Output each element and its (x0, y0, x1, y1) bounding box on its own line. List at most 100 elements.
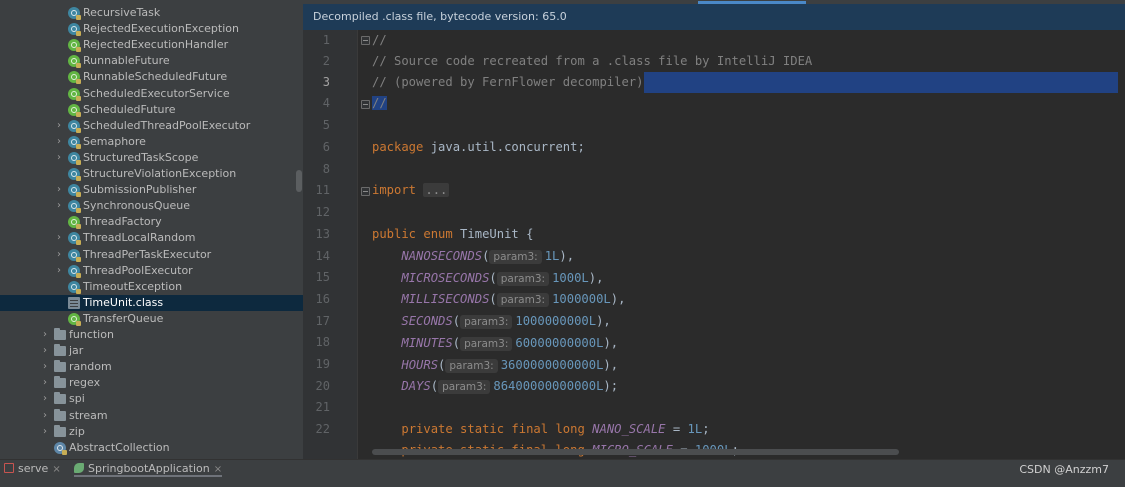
tree-item-label: ThreadPoolExecutor (83, 263, 193, 277)
tree-item[interactable]: › ScheduledThreadPoolExecutor (0, 118, 303, 134)
chevron-right-icon[interactable]: › (54, 134, 64, 150)
tree-item[interactable]: RunnableScheduledFuture (0, 69, 303, 85)
enum-constant-end: ); (603, 379, 619, 394)
code-line-package: package java.util.concurrent; (372, 140, 585, 154)
tree-item[interactable]: › ThreadPerTaskExecutor (0, 247, 303, 263)
code-line-2: // Source code recreated from a .class f… (372, 54, 813, 68)
tree-item-label: ScheduledExecutorService (83, 86, 230, 100)
line-number: 8 (322, 162, 330, 176)
tree-item[interactable]: › Semaphore (0, 134, 303, 150)
chevron-right-icon[interactable]: › (54, 198, 64, 214)
tree-item[interactable]: › SynchronousQueue (0, 198, 303, 214)
close-icon[interactable]: × (52, 464, 60, 475)
tree-item[interactable]: › ThreadLocalRandom (0, 230, 303, 246)
tree-item[interactable]: TimeoutException (0, 279, 303, 295)
tree-scrollbar[interactable] (296, 170, 302, 192)
chevron-right-icon[interactable]: › (40, 408, 50, 424)
fold-comment-icon[interactable] (361, 36, 370, 45)
tree-item[interactable]: StructureViolationException (0, 166, 303, 182)
tree-item-label: random (69, 360, 112, 374)
exception-class-icon (68, 23, 81, 37)
enum-constant-value: 60000000000L (515, 335, 604, 350)
chevron-right-icon[interactable]: › (40, 391, 50, 407)
tree-item-label: RejectedExecutionHandler (83, 38, 229, 52)
enum-constant-name: DAYS (401, 379, 431, 394)
run-tab-serve[interactable]: serve × (4, 460, 61, 477)
watermark: CSDN @Anzzm7 (1019, 463, 1109, 476)
chevron-right-icon[interactable]: › (40, 343, 50, 359)
enum-constant-name: HOURS (401, 357, 439, 372)
tree-item[interactable]: AbstractCollection (0, 440, 303, 456)
parameter-hint: param3: (445, 358, 498, 373)
tree-item[interactable]: › stream (0, 408, 303, 424)
tree-item-label: ScheduledThreadPoolExecutor (83, 118, 251, 132)
tree-item[interactable]: TransferQueue (0, 311, 303, 327)
chevron-right-icon[interactable]: › (40, 327, 50, 343)
tree-item[interactable]: RecursiveTask (0, 5, 303, 21)
line-number: 18 (315, 335, 330, 349)
line-number: 19 (315, 357, 330, 371)
line-number: 16 (315, 292, 330, 306)
folder-icon (54, 328, 66, 340)
chevron-right-icon[interactable]: › (54, 263, 64, 279)
tree-item[interactable]: › spi (0, 391, 303, 407)
close-icon[interactable]: × (214, 464, 222, 475)
chevron-right-icon[interactable]: › (54, 118, 64, 134)
tree-item[interactable]: › random (0, 359, 303, 375)
line-number: 5 (322, 118, 330, 132)
tree-item[interactable]: ScheduledExecutorService (0, 86, 303, 102)
interface-icon (68, 39, 81, 53)
code-line-enum-constant: HOURS(param3: 3600000000000L), (401, 357, 619, 373)
chevron-right-icon[interactable]: › (54, 230, 64, 246)
folder-icon (54, 344, 66, 357)
tree-item[interactable]: › SubmissionPublisher (0, 182, 303, 198)
tree-item[interactable]: RejectedExecutionHandler (0, 37, 303, 53)
chevron-right-icon[interactable]: › (40, 359, 50, 375)
tree-item[interactable]: › regex (0, 375, 303, 391)
parameter-hint: param3: (438, 380, 491, 395)
fold-import-icon[interactable] (361, 187, 370, 196)
code-line-enum-constant: MICROSECONDS(param3: 1000L), (401, 270, 604, 286)
tree-item[interactable]: RunnableFuture (0, 53, 303, 69)
tree-item[interactable]: › ThreadPoolExecutor (0, 263, 303, 279)
tree-item[interactable]: ThreadFactory (0, 214, 303, 230)
chevron-right-icon[interactable]: › (40, 375, 50, 391)
chevron-right-icon[interactable]: › (54, 247, 64, 263)
interface-icon (68, 87, 81, 101)
line-number: 6 (322, 140, 330, 154)
chevron-right-icon[interactable]: › (54, 150, 64, 166)
tree-item-label: RunnableScheduledFuture (83, 70, 228, 84)
project-tree[interactable]: RecursiveTask RejectedExecutionException R… (0, 0, 303, 459)
tree-item-label: TimeUnit.class (83, 295, 164, 309)
code-line-1: // (372, 33, 387, 47)
tree-item[interactable]: TimeUnit.class (0, 294, 303, 311)
chevron-right-icon[interactable]: › (54, 182, 64, 198)
tree-item[interactable]: › StructuredTaskScope (0, 150, 303, 166)
tree-item-label: TransferQueue (83, 311, 164, 325)
enum-constant-value: 3600000000000L (500, 357, 604, 372)
enum-constant-end: ), (559, 249, 575, 263)
enum-constant-end: ), (603, 357, 619, 372)
enum-constant-name: MINUTES (401, 335, 453, 350)
tree-item[interactable]: › jar (0, 343, 303, 359)
folder-icon (54, 376, 66, 389)
chevron-right-icon[interactable]: › (40, 424, 50, 440)
import-fold-placeholder[interactable]: ... (423, 183, 450, 197)
tree-item[interactable]: › function (0, 327, 303, 343)
interface-icon (68, 71, 81, 85)
run-tab-springboot-application[interactable]: SpringbootApplication × (74, 460, 223, 477)
tree-item[interactable]: RejectedExecutionException (0, 21, 303, 37)
run-tool-tabs: serve × SpringbootApplication × (0, 459, 1125, 487)
tree-item-label: AbstractCollection (69, 440, 170, 454)
enum-constant-end: ), (596, 314, 611, 329)
fold-comment-end-icon[interactable] (361, 100, 370, 109)
editor-horizontal-scrollbar[interactable] (372, 449, 899, 455)
tree-item[interactable]: › zip (0, 424, 303, 440)
line-number: 17 (315, 314, 330, 328)
code-line-enum-constant: DAYS(param3: 86400000000000L); (401, 379, 619, 395)
tree-item-label: regex (69, 376, 101, 390)
code-line-enum: public enum TimeUnit { (372, 227, 534, 241)
run-config-icon (4, 463, 14, 473)
tree-item[interactable]: ScheduledFuture (0, 102, 303, 118)
class-icon (68, 264, 81, 278)
